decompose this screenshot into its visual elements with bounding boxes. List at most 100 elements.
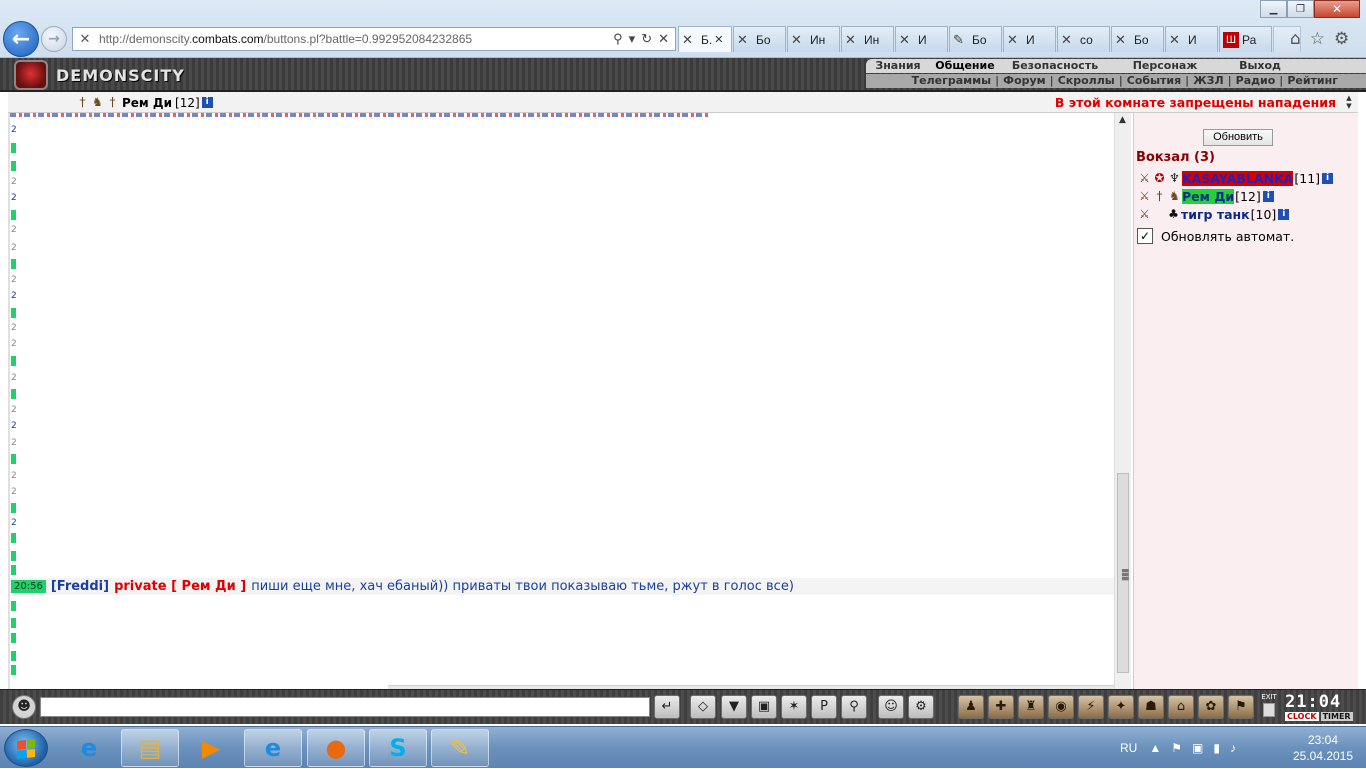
refresh-button[interactable]: Обновить (1203, 129, 1273, 146)
search-icon[interactable]: ⚲ (613, 31, 623, 47)
inventory-icon[interactable]: ♜ (1018, 695, 1044, 719)
message-time[interactable]: 20:56 (11, 580, 46, 593)
minimize-button[interactable]: ▁ (1260, 0, 1287, 18)
start-button[interactable] (4, 729, 48, 767)
speak-icon[interactable]: ☻ (12, 695, 36, 719)
clock-mode-button[interactable]: CLOCK (1285, 712, 1319, 721)
actions-icon[interactable]: ✶ (781, 695, 807, 719)
dropdown-icon[interactable]: ▾ (629, 31, 636, 47)
player-nick[interactable]: Рем Ди (122, 96, 172, 110)
close-window-button[interactable]: ✕ (1314, 0, 1360, 18)
show-hidden-icons-icon[interactable]: ▲ (1149, 741, 1161, 755)
browser-tab[interactable]: ✕ Б. ✕ (678, 26, 732, 52)
browser-tab[interactable]: Ш Ра (1219, 26, 1272, 52)
enter-icon[interactable]: ↵ (654, 695, 680, 719)
internet-explorer-icon[interactable]: e (60, 729, 118, 767)
skype-icon[interactable]: S (369, 729, 427, 767)
info-icon[interactable]: i (1322, 172, 1334, 184)
smiles-search-icon[interactable]: ⚲ (841, 695, 867, 719)
close-tab-icon[interactable]: ✕ (714, 33, 723, 46)
attack-icon[interactable]: ⚔ (1137, 189, 1152, 204)
status-scroll-arrows[interactable]: ▲ ▼ (1344, 94, 1354, 110)
save-icon[interactable]: ▣ (751, 695, 777, 719)
home-icon[interactable]: ⌂ (1290, 29, 1301, 49)
url-text[interactable]: http://demonscity.combats.com/buttons.pl… (99, 32, 613, 46)
chat-scrollbar[interactable]: ▲ ▬ ▬ ▬ (1114, 113, 1131, 689)
browser-tab[interactable]: ✕ Ин (841, 26, 894, 52)
favorites-star-icon[interactable]: ☆ (1310, 29, 1325, 49)
auto-refresh-toggle[interactable]: ✓ Обновлять автомат. (1137, 228, 1294, 244)
info-icon[interactable]: i (1278, 208, 1290, 220)
attack-icon[interactable]: ⚔ (1137, 207, 1152, 222)
volume-icon[interactable]: ♪ (1230, 741, 1236, 755)
browser-tab[interactable]: ✕ И (1165, 26, 1218, 52)
auto-refresh-checkbox[interactable]: ✓ (1137, 228, 1153, 244)
private-icon[interactable]: P (811, 695, 837, 719)
browser-tab[interactable]: ✕ И (895, 26, 948, 52)
crossed-swords-icon: ✕ (1007, 31, 1018, 47)
browser-tab[interactable]: ✕ Ин (787, 26, 840, 52)
settings-gear-icon[interactable]: ⚙ (1334, 29, 1349, 49)
menu-item[interactable]: Знания (866, 59, 930, 73)
filter-icon[interactable]: ▼ (721, 695, 747, 719)
browser-tab[interactable]: ✕ Бо (1111, 26, 1164, 52)
menu-item[interactable]: Персонаж (1110, 59, 1220, 73)
flag-icon[interactable]: ⚑ (1171, 741, 1182, 755)
submenu-item[interactable]: Форум (1003, 74, 1046, 88)
scroll-up-icon[interactable]: ▲ (1119, 115, 1126, 125)
face-icon[interactable]: ☗ (1138, 695, 1164, 719)
user-name[interactable]: Рем Ди (1182, 188, 1235, 204)
submenu-item[interactable]: События (1127, 74, 1181, 88)
submenu-item[interactable]: Скроллы (1058, 74, 1115, 88)
paint-icon[interactable]: ✎ (431, 729, 489, 767)
user-name[interactable]: KASAYABLANKA (1182, 170, 1294, 186)
refresh-icon[interactable]: ↻ (641, 31, 652, 47)
firefox-icon[interactable]: ● (307, 729, 365, 767)
file-explorer-icon[interactable]: ▤ (121, 729, 179, 767)
private-target[interactable]: private [ Рем Ди ] (114, 579, 246, 594)
scroll-thumb[interactable]: ▬ ▬ ▬ (1117, 473, 1130, 673)
menu-item[interactable]: Безопасность (1000, 59, 1110, 73)
media-player-icon[interactable]: ▶ (182, 729, 240, 767)
browser-tab[interactable]: ✎ Бо (949, 26, 1002, 52)
clan-icon[interactable]: ✿ (1198, 695, 1224, 719)
info-icon[interactable]: i (1262, 190, 1274, 202)
tray-clock[interactable]: 23:04 25.04.2015 (1288, 732, 1358, 764)
browser-tab[interactable]: ✕ Бо (733, 26, 786, 52)
forward-button[interactable]: → (41, 26, 67, 52)
settings-icon[interactable]: ⚙ (908, 695, 934, 719)
address-bar[interactable]: ✕ http://demonscity.combats.com/buttons.… (72, 27, 676, 51)
eraser-icon[interactable]: ◇ (690, 695, 716, 719)
submenu-item[interactable]: Рейтинг (1287, 74, 1338, 88)
message-sender[interactable]: Freddi (57, 579, 103, 594)
submenu-item[interactable]: Телеграммы (912, 74, 991, 88)
device-icon[interactable]: ▣ (1192, 741, 1203, 755)
magic-icon[interactable]: ✦ (1108, 695, 1134, 719)
browser-tab[interactable]: ✕ со (1057, 26, 1110, 52)
scroll-icon[interactable]: ⚡ (1078, 695, 1104, 719)
heal-icon[interactable]: ✚ (988, 695, 1014, 719)
flag-icon[interactable]: ⚑ (1228, 695, 1254, 719)
info-icon[interactable]: i (201, 97, 213, 108)
attack-icon[interactable]: ⚔ (1137, 171, 1152, 186)
user-name[interactable]: тигр танк (1181, 207, 1250, 222)
internet-explorer-active-icon[interactable]: e (244, 729, 302, 767)
submenu-item[interactable]: ЖЗЛ (1193, 74, 1223, 88)
signal-icon[interactable]: ▮ (1213, 741, 1220, 755)
menu-item[interactable]: Общение (930, 59, 1000, 73)
menu-item[interactable]: Выход (1220, 59, 1300, 73)
chat-area[interactable]: 2 2 2 2 2 2 2 2 2 2 2 2 2 2 2 2 20:56 [Freddi] private … (8, 113, 1114, 689)
char-icon[interactable]: ♟ (958, 695, 984, 719)
timer-mode-button[interactable]: TIMER (1320, 712, 1353, 721)
home-icon[interactable]: ⌂ (1168, 695, 1194, 719)
stop-icon[interactable]: ✕ (658, 31, 669, 47)
chat-input[interactable] (40, 697, 650, 717)
smiley-icon[interactable]: ☺ (878, 695, 904, 719)
submenu-item[interactable]: Радио (1236, 74, 1276, 88)
exit-button[interactable]: EXIT (1259, 693, 1279, 719)
back-button[interactable]: ← (3, 21, 39, 57)
browser-tab[interactable]: ✕ И (1003, 26, 1056, 52)
maximize-button[interactable]: ❐ (1287, 0, 1314, 18)
mask-icon[interactable]: ◉ (1048, 695, 1074, 719)
language-indicator[interactable]: RU (1120, 741, 1137, 755)
